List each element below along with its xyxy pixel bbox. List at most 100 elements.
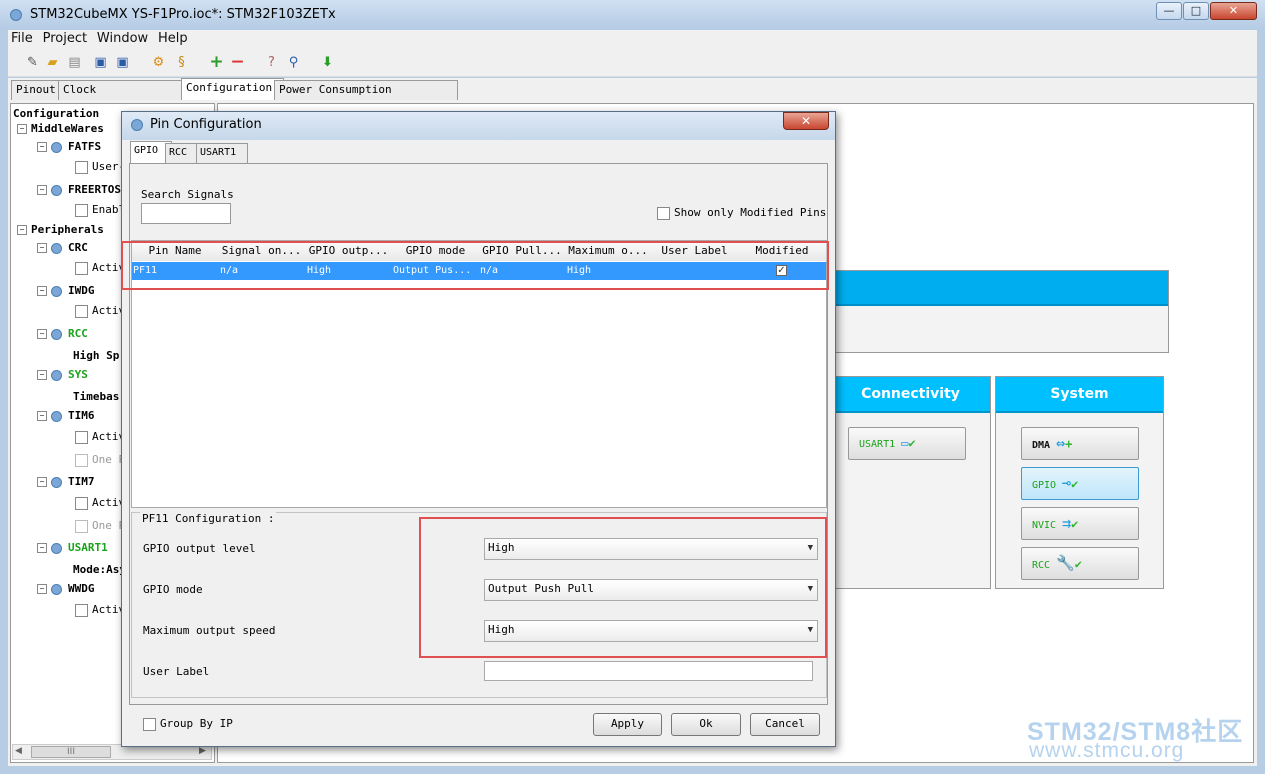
watermark-url: www.stmcu.org	[1029, 739, 1185, 762]
save-as-icon[interactable]: ▣	[114, 54, 131, 71]
toolbar: ✎ ▰ ▤ ▣ ▣ ⚙ § + − ? ⚲ ⬇	[8, 50, 1257, 77]
checkbox[interactable]	[75, 203, 88, 217]
tree-tim6-option[interactable]: Activ	[75, 430, 125, 444]
scroll-thumb[interactable]: III	[31, 746, 111, 758]
remove-icon[interactable]: −	[229, 54, 246, 71]
generate-code-icon[interactable]: §	[173, 54, 190, 71]
checkbox[interactable]	[75, 261, 88, 275]
ok-button[interactable]: Ok	[671, 713, 741, 736]
collapse-icon[interactable]: −	[37, 142, 47, 152]
connectivity-category: Connectivity	[830, 376, 991, 589]
generate-report-icon[interactable]: ⚙	[150, 54, 167, 71]
add-icon[interactable]: +	[208, 54, 225, 71]
close-button[interactable]: ✕	[1210, 2, 1257, 20]
tree-item-tim6[interactable]: − TIM6	[37, 409, 95, 422]
collapse-icon[interactable]: −	[37, 584, 47, 594]
save-icon[interactable]: ▣	[92, 54, 109, 71]
check-icon: ✔	[1071, 477, 1079, 491]
dialog-close-button[interactable]: ✕	[783, 112, 829, 130]
menu-project[interactable]: Project	[40, 30, 90, 47]
usart1-button[interactable]: USART1 ▭✔	[848, 427, 966, 460]
about-icon[interactable]: ⚲	[285, 54, 302, 71]
apply-button[interactable]: Apply	[593, 713, 662, 736]
check-icon: ✔	[1074, 557, 1082, 571]
nvic-icon: ⇉	[1062, 514, 1072, 532]
tree-item-tim7[interactable]: − TIM7	[37, 475, 95, 488]
window-title: STM32CubeMX YS-F1Pro.ioc*: STM32F103ZETx	[30, 7, 336, 22]
tree-item-freertos[interactable]: − FREERTOS	[37, 183, 121, 196]
checkbox[interactable]	[75, 430, 88, 444]
user-label-label: User Label	[143, 665, 210, 678]
tree-item-iwdg[interactable]: − IWDG	[37, 284, 95, 297]
tree-item-fatfs[interactable]: − FATFS	[37, 140, 101, 153]
menu-window[interactable]: Window	[94, 30, 151, 47]
tab-power-consumption[interactable]: Power Consumption Calculator	[274, 80, 458, 114]
tab-usart1[interactable]: USART1	[196, 143, 248, 165]
show-modified-checkbox[interactable]	[657, 206, 670, 220]
scroll-left-icon[interactable]: ◀	[15, 746, 22, 756]
tree-iwdg-option[interactable]: Activ	[75, 304, 125, 318]
tab-configuration[interactable]: Configuration	[181, 78, 284, 101]
tree-freertos-option[interactable]: Enabl	[75, 203, 125, 217]
gear-icon	[51, 141, 62, 153]
collapse-icon[interactable]: −	[37, 243, 47, 253]
recent-icon[interactable]: ▤	[66, 54, 83, 71]
tree-middlewares[interactable]: − MiddleWares	[17, 122, 104, 135]
menu-file[interactable]: File	[8, 30, 36, 47]
cancel-button[interactable]: Cancel	[750, 713, 820, 736]
gpio-mode-label: GPIO mode	[143, 583, 203, 596]
tree-usart1-option: Mode:Asy	[73, 563, 126, 576]
menu-bar: File Project Window Help	[8, 30, 1257, 50]
tab-clock-configuration[interactable]: Clock Configuration	[58, 80, 190, 114]
tree-item-crc[interactable]: − CRC	[37, 241, 88, 254]
tree-rcc-option: High Sp	[73, 349, 120, 362]
collapse-icon[interactable]: −	[37, 543, 47, 553]
maximize-button[interactable]: □	[1183, 2, 1209, 20]
search-input[interactable]	[141, 203, 231, 224]
checkbox	[75, 519, 88, 533]
tree-fatfs-option[interactable]: User-	[75, 160, 125, 174]
tree-item-wwdg[interactable]: − WWDG	[37, 582, 95, 595]
highlight-box-config	[419, 517, 827, 658]
tree-wwdg-option[interactable]: Activ	[75, 603, 125, 617]
dma-icon: ⇔	[1056, 434, 1066, 452]
gear-icon	[51, 583, 62, 595]
help-icon[interactable]: ?	[263, 54, 280, 71]
rcc-button[interactable]: RCC 🔧✔	[1021, 547, 1139, 580]
collapse-icon[interactable]: −	[37, 411, 47, 421]
collapse-icon[interactable]: −	[17, 225, 27, 235]
gear-icon	[131, 119, 143, 131]
nvic-button[interactable]: NVIC ⇉✔	[1021, 507, 1139, 540]
gpio-icon: ⊸	[1062, 474, 1072, 492]
collapse-icon[interactable]: −	[37, 329, 47, 339]
checkbox[interactable]	[75, 603, 88, 617]
gpio-button[interactable]: GPIO ⊸✔	[1021, 467, 1139, 500]
tree-peripherals[interactable]: − Peripherals	[17, 223, 104, 236]
show-modified-option[interactable]: Show only Modified Pins	[657, 206, 826, 220]
tree-item-usart1[interactable]: − USART1	[37, 541, 108, 554]
tree-item-rcc[interactable]: − RCC	[37, 327, 88, 340]
open-icon[interactable]: ▰	[44, 54, 61, 71]
collapse-icon[interactable]: −	[37, 370, 47, 380]
gear-icon	[51, 184, 62, 196]
checkbox[interactable]	[75, 496, 88, 510]
collapse-icon[interactable]: −	[37, 185, 47, 195]
max-output-speed-label: Maximum output speed	[143, 624, 276, 637]
collapse-icon[interactable]: −	[17, 124, 27, 134]
scroll-right-icon[interactable]: ▶	[199, 746, 206, 756]
user-label-input[interactable]	[484, 661, 813, 681]
checkbox[interactable]	[75, 160, 88, 174]
group-by-ip-checkbox[interactable]	[143, 717, 156, 731]
collapse-icon[interactable]: −	[37, 286, 47, 296]
checkbox[interactable]	[75, 304, 88, 318]
collapse-icon[interactable]: −	[37, 477, 47, 487]
tree-item-sys[interactable]: − SYS	[37, 368, 88, 381]
tree-crc-option[interactable]: Activ	[75, 261, 125, 275]
minimize-button[interactable]: —	[1156, 2, 1182, 20]
download-icon[interactable]: ⬇	[319, 54, 336, 71]
tree-tim7-option[interactable]: Activ	[75, 496, 125, 510]
group-by-ip-option[interactable]: Group By IP	[143, 717, 233, 731]
dma-button[interactable]: DMA ⇔+	[1021, 427, 1139, 460]
menu-help[interactable]: Help	[155, 30, 191, 47]
new-project-icon[interactable]: ✎	[24, 54, 41, 71]
